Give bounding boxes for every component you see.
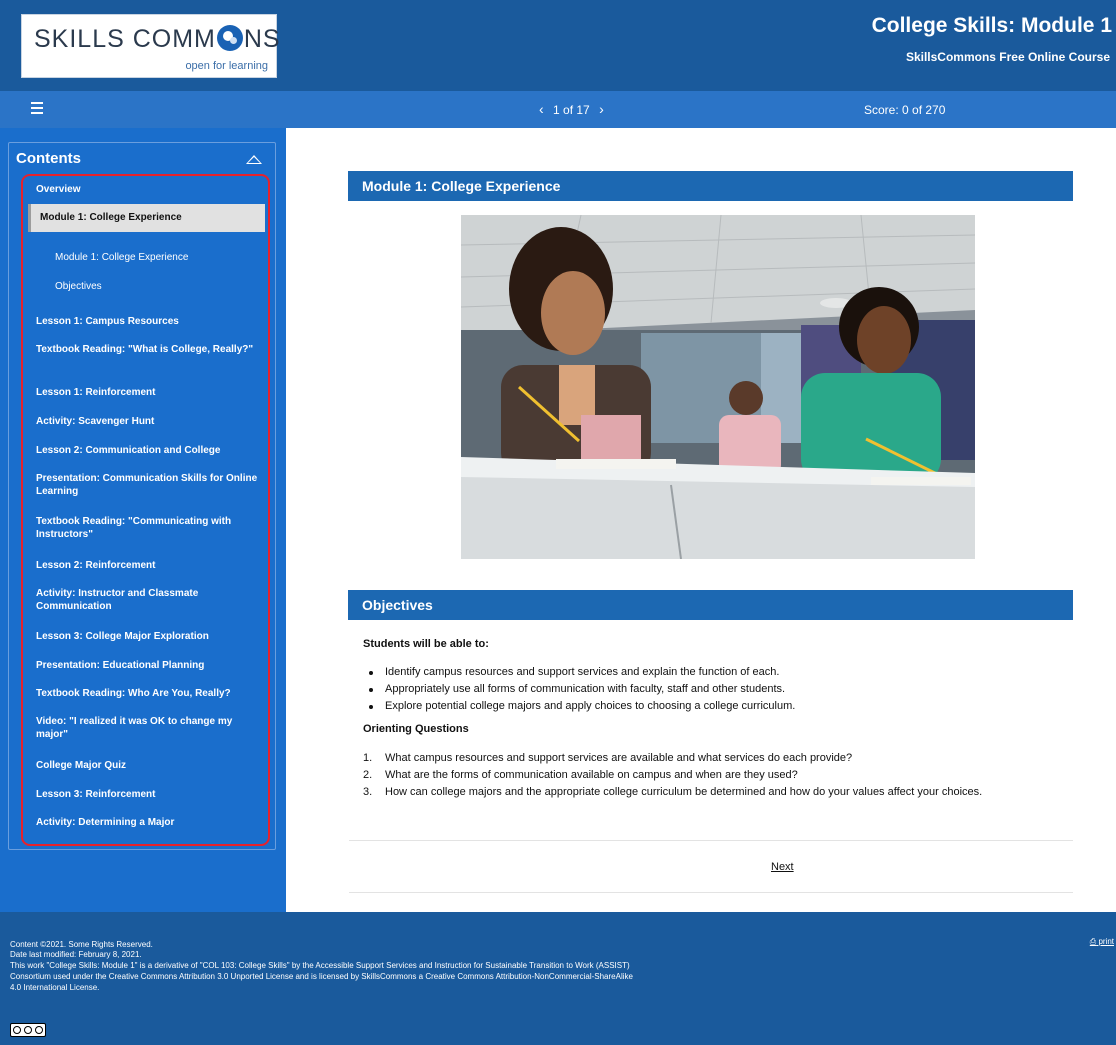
students-classroom-photo (461, 215, 975, 559)
gear-icon (216, 25, 243, 51)
toc-item-presentation-communication[interactable]: Presentation: Communication Skills for O… (28, 472, 265, 498)
content-divider (349, 892, 1073, 893)
question-item: What campus resources and support servic… (385, 752, 853, 764)
question-number: 2. (363, 769, 373, 781)
content-divider (349, 840, 1073, 841)
orienting-questions-heading: Orienting Questions (363, 723, 469, 735)
toc-item-reading-college[interactable]: Textbook Reading: "What is College, Real… (28, 343, 265, 356)
objective-item: Explore potential college majors and app… (385, 700, 796, 712)
logo-tagline: open for learning (185, 60, 268, 72)
toc-item-classmate-communication[interactable]: Activity: Instructor and Classmate Commu… (28, 587, 265, 613)
toc-subitem-objectives[interactable]: Objectives (28, 280, 265, 293)
toc-highlight-frame (21, 174, 270, 846)
footer-license-text: This work "College Skills: Module 1" is … (10, 961, 630, 970)
contents-title: Contents (16, 150, 81, 167)
logo-wordmark: SKILLS COMM NS (34, 25, 281, 54)
section-heading-objectives: Objectives (348, 590, 1073, 620)
question-number: 1. (363, 752, 373, 764)
next-link[interactable]: Next (771, 861, 794, 873)
creative-commons-badge-icon[interactable] (10, 1023, 46, 1037)
toc-item-lesson-3[interactable]: Lesson 3: College Major Exploration (28, 630, 265, 643)
toc-item-lesson-1-reinforcement[interactable]: Lesson 1: Reinforcement (28, 386, 265, 399)
top-navbar: ‹ 1 of 17 › Score: 0 of 270 (0, 91, 1116, 128)
print-label: print (1098, 937, 1114, 946)
question-item: How can college majors and the appropria… (385, 786, 983, 798)
toc-item-educational-planning[interactable]: Presentation: Educational Planning (28, 659, 265, 672)
toc-item-lesson-2-reinforcement[interactable]: Lesson 2: Reinforcement (28, 559, 265, 572)
toc-item-module-1-active[interactable]: Module 1: College Experience (28, 204, 265, 232)
site-footer: Content ©2021. Some Rights Reserved. Dat… (0, 912, 1116, 1045)
logo-text-right: NS (243, 25, 281, 53)
students-heading: Students will be able to: (363, 638, 489, 650)
page-indicator: 1 of 17 (553, 103, 590, 117)
toc-item-scavenger-hunt[interactable]: Activity: Scavenger Hunt (28, 415, 265, 428)
course-title: College Skills: Module 1 (871, 14, 1112, 37)
toc-item-overview[interactable]: Overview (28, 183, 265, 196)
page-pager: ‹ 1 of 17 › (533, 101, 610, 117)
photo-illustration (461, 215, 975, 559)
section-heading-module-1: Module 1: College Experience (348, 171, 1073, 201)
next-page-button[interactable]: › (593, 101, 610, 117)
footer-license-text: Consortium used under the Creative Commo… (10, 972, 633, 981)
objective-item: Identify campus resources and support se… (385, 666, 780, 678)
toc-item-lesson-2[interactable]: Lesson 2: Communication and College (28, 444, 265, 457)
footer-last-modified: Date last modified: February 8, 2021. (10, 950, 142, 959)
toc-item-reading-instructors[interactable]: Textbook Reading: "Communicating with In… (28, 515, 265, 541)
skillscommons-logo[interactable]: SKILLS COMM NS open for learning (21, 14, 280, 78)
toc-item-determining-major[interactable]: Activity: Determining a Major (28, 816, 265, 829)
hamburger-menu-icon[interactable] (31, 102, 43, 116)
printer-icon: ⎙ (1089, 937, 1097, 946)
logo-text-left: SKILLS COMM (34, 25, 216, 53)
objective-item: Appropriately use all forms of communica… (385, 683, 786, 695)
toc-item-major-quiz[interactable]: College Major Quiz (28, 759, 265, 772)
toc-item-reading-who-are-you[interactable]: Textbook Reading: Who Are You, Really? (28, 687, 265, 700)
toc-item-lesson-1[interactable]: Lesson 1: Campus Resources (28, 315, 265, 328)
site-header: SKILLS COMM NS open for learning College … (0, 0, 1116, 91)
toc-item-lesson-3-reinforcement[interactable]: Lesson 3: Reinforcement (28, 788, 265, 801)
prev-page-button[interactable]: ‹ (533, 101, 550, 117)
print-link[interactable]: ⎙ print (1090, 937, 1114, 947)
bullet-icon (369, 671, 373, 675)
question-number: 3. (363, 786, 373, 798)
toc-subitem-module-1[interactable]: Module 1: College Experience (28, 251, 265, 264)
bullet-icon (369, 705, 373, 709)
bullet-icon (369, 688, 373, 692)
score-display: Score: 0 of 270 (864, 103, 946, 117)
footer-license-text: 4.0 International License. (10, 983, 100, 992)
question-item: What are the forms of communication avai… (385, 769, 798, 781)
toc-item-video-major[interactable]: Video: "I realized it was OK to change m… (28, 715, 265, 741)
course-subtitle: SkillsCommons Free Online Course (905, 50, 1110, 64)
collapse-chevron-up-icon[interactable] (246, 155, 262, 164)
